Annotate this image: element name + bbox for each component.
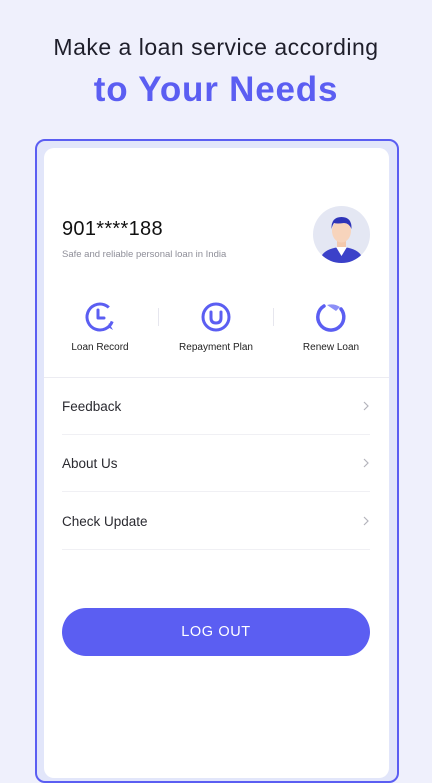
chevron-right-icon [363,401,369,411]
avatar-person-icon [319,217,364,263]
headline-line-2: to Your Needs [93,70,339,109]
menu-item-label: Feedback [62,399,122,414]
repayment-plan-icon [201,302,231,332]
quick-action-renew-loan[interactable]: Renew Loan [279,300,383,353]
logout-button[interactable]: LOG OUT [62,608,370,656]
divider [273,308,274,326]
quick-action-label: Repayment Plan [179,342,253,353]
quick-action-label: Renew Loan [302,342,360,353]
menu-item-about-us[interactable]: About Us [62,435,370,492]
chevron-right-icon [363,458,369,468]
menu-item-check-update[interactable]: Check Update [62,493,370,550]
renew-loan-icon [316,304,346,332]
user-tagline: Safe and reliable personal loan in India [62,249,227,260]
user-phone-number: 901****188 [62,218,163,240]
avatar[interactable] [313,206,370,263]
loan-record-icon [85,302,115,332]
headline-line-1: Make a loan service according [53,34,379,60]
quick-action-repayment-plan[interactable]: Repayment Plan [164,300,268,353]
menu-item-feedback[interactable]: Feedback [62,378,370,435]
chevron-right-icon [363,516,369,526]
menu-item-label: Check Update [62,514,148,529]
quick-action-loan-record[interactable]: Loan Record [48,300,152,353]
divider [158,308,159,326]
menu-item-label: About Us [62,456,118,471]
quick-action-label: Loan Record [71,342,129,353]
